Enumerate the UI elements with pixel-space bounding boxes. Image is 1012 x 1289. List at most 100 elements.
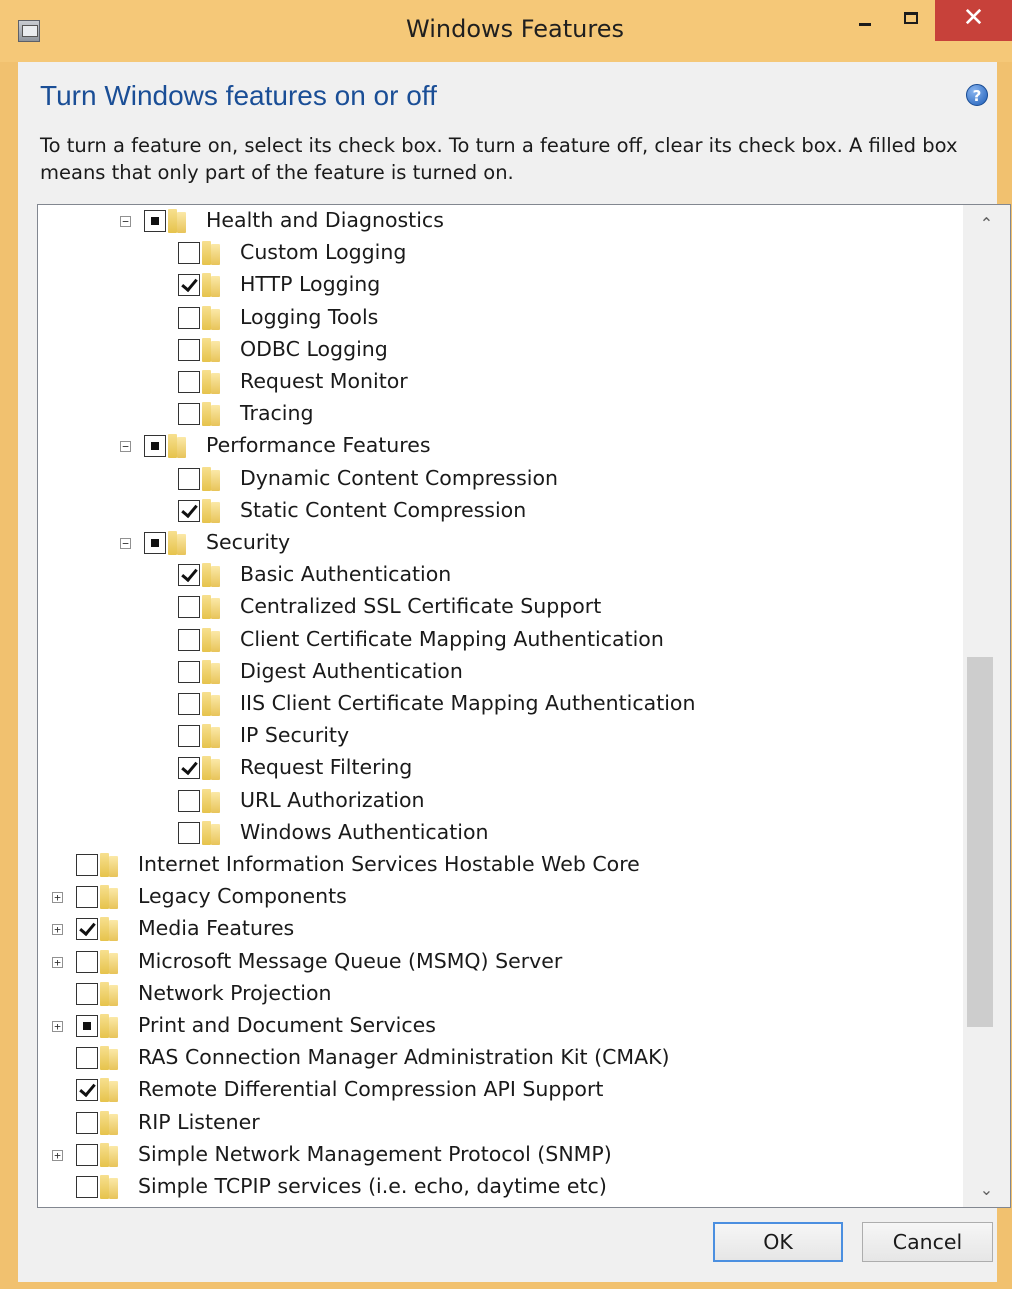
feature-checkbox[interactable] [76, 1143, 98, 1166]
expand-icon[interactable]: + [52, 892, 63, 904]
expand-icon[interactable]: + [52, 956, 63, 968]
feature-row[interactable]: IIS Client Certificate Mapping Authentic… [38, 689, 963, 721]
feature-checkbox[interactable] [178, 403, 200, 426]
feature-checkbox[interactable] [76, 854, 98, 876]
feature-checkbox[interactable] [76, 1176, 98, 1198]
feature-row[interactable]: − Performance Features [38, 431, 963, 463]
feature-row[interactable]: Network Projection [38, 979, 963, 1011]
feature-checkbox[interactable] [76, 886, 98, 909]
feature-row[interactable]: + Print and Document Services [38, 1011, 963, 1043]
feature-row[interactable]: Windows Authentication [38, 818, 963, 850]
minimize-button[interactable] [842, 0, 887, 40]
close-button[interactable]: ✕ [935, 0, 1012, 41]
minimize-icon [858, 22, 871, 26]
feature-label: Request Filtering [240, 755, 413, 780]
expand-icon[interactable]: + [52, 924, 63, 936]
feature-row[interactable]: HTTP Logging [38, 270, 963, 302]
feature-row[interactable]: Request Monitor [38, 367, 963, 399]
folder-icon [100, 853, 120, 877]
cancel-button[interactable]: Cancel [862, 1222, 993, 1262]
feature-row[interactable]: − Health and Diagnostics [38, 206, 963, 238]
feature-row[interactable]: ODBC Logging [38, 335, 963, 367]
feature-row[interactable]: Digest Authentication [38, 657, 963, 689]
feature-label: Internet Information Services Hostable W… [138, 852, 640, 876]
maximize-button[interactable] [888, 0, 933, 40]
feature-checkbox[interactable] [76, 950, 98, 973]
help-icon[interactable]: ? [966, 84, 988, 106]
folder-icon [202, 595, 222, 620]
expand-icon[interactable]: + [52, 1021, 63, 1032]
features-tree[interactable]: − Health and Diagnostics Custom Logging HTT… [37, 204, 1011, 1208]
collapse-icon[interactable]: − [120, 538, 131, 549]
folder-icon [100, 1110, 120, 1135]
feature-checkbox[interactable] [178, 757, 200, 780]
folder-icon [100, 981, 120, 1006]
feature-row[interactable]: Tracing [38, 399, 963, 431]
collapse-icon[interactable]: − [120, 441, 131, 453]
folder-icon [100, 949, 120, 974]
feature-row[interactable]: + Legacy Components [38, 882, 963, 914]
feature-label: Centralized SSL Certificate Support [240, 594, 602, 619]
feature-checkbox[interactable] [178, 725, 200, 748]
ok-button[interactable]: OK [713, 1222, 843, 1262]
feature-checkbox[interactable] [178, 628, 200, 651]
feature-row[interactable]: + Media Features [38, 914, 963, 946]
feature-label: Media Features [138, 916, 295, 941]
feature-checkbox[interactable] [178, 789, 200, 812]
feature-row[interactable]: Basic Authentication [38, 560, 963, 592]
feature-checkbox[interactable] [178, 467, 200, 490]
feature-checkbox[interactable] [76, 1111, 98, 1134]
feature-row[interactable]: + Microsoft Message Queue (MSMQ) Server [38, 947, 963, 979]
feature-checkbox[interactable] [178, 242, 200, 265]
feature-checkbox[interactable] [178, 821, 200, 844]
scroll-thumb[interactable] [967, 657, 993, 1027]
feature-row[interactable]: Client Certificate Mapping Authenticatio… [38, 625, 963, 657]
feature-row[interactable]: Remote Differential Compression API Supp… [38, 1075, 963, 1107]
feature-checkbox[interactable] [178, 596, 200, 619]
vertical-scrollbar[interactable]: ⌃ ⌄ [963, 205, 1010, 1207]
expand-icon[interactable]: + [52, 1149, 63, 1161]
feature-row[interactable]: Centralized SSL Certificate Support [38, 592, 963, 624]
feature-row[interactable]: Request Filtering [38, 753, 963, 785]
scroll-down-arrow-icon[interactable]: ⌄ [963, 1171, 1010, 1207]
feature-checkbox[interactable] [178, 564, 200, 587]
feature-checkbox[interactable] [144, 435, 166, 458]
feature-checkbox[interactable] [76, 1015, 98, 1037]
feature-row[interactable]: + Simple Network Management Protocol (SNM… [38, 1140, 963, 1172]
feature-checkbox[interactable] [76, 918, 98, 941]
collapse-icon[interactable]: − [120, 216, 131, 227]
feature-row[interactable]: Logging Tools [38, 303, 963, 335]
folder-icon [202, 756, 222, 781]
feature-row[interactable]: URL Authorization [38, 786, 963, 818]
feature-row[interactable]: Simple TCPIP services (i.e. echo, daytim… [38, 1172, 963, 1204]
feature-row[interactable]: Dynamic Content Compression [38, 464, 963, 496]
feature-row[interactable]: RIP Listener [38, 1108, 963, 1140]
feature-checkbox[interactable] [178, 371, 200, 393]
folder-icon [202, 273, 222, 298]
feature-checkbox[interactable] [178, 306, 200, 329]
feature-checkbox[interactable] [76, 1047, 98, 1070]
folder-icon [202, 692, 222, 716]
feature-checkbox[interactable] [178, 693, 200, 715]
scroll-up-arrow-icon[interactable]: ⌃ [963, 205, 1010, 241]
feature-row[interactable]: Internet Information Services Hostable W… [38, 850, 963, 882]
folder-icon [202, 241, 222, 266]
feature-checkbox[interactable] [178, 274, 200, 297]
feature-row[interactable]: Static Content Compression [38, 496, 963, 528]
feature-row[interactable]: IP Security [38, 721, 963, 753]
feature-row[interactable]: RAS Connection Manager Administration Ki… [38, 1043, 963, 1075]
feature-checkbox[interactable] [178, 660, 200, 683]
title-bar[interactable]: Windows Features ✕ [0, 0, 1012, 62]
feature-label: Windows Authentication [240, 819, 489, 844]
feature-checkbox[interactable] [144, 210, 166, 232]
feature-checkbox[interactable] [178, 338, 200, 361]
feature-checkbox[interactable] [178, 499, 200, 522]
feature-checkbox[interactable] [76, 982, 98, 1005]
feature-row[interactable]: Custom Logging [38, 238, 963, 270]
close-icon: ✕ [962, 2, 985, 33]
feature-checkbox[interactable] [144, 532, 166, 554]
feature-row[interactable]: − Security [38, 528, 963, 560]
feature-label: Client Certificate Mapping Authenticatio… [240, 626, 664, 651]
feature-label: Health and Diagnostics [206, 208, 444, 232]
feature-checkbox[interactable] [76, 1079, 98, 1102]
